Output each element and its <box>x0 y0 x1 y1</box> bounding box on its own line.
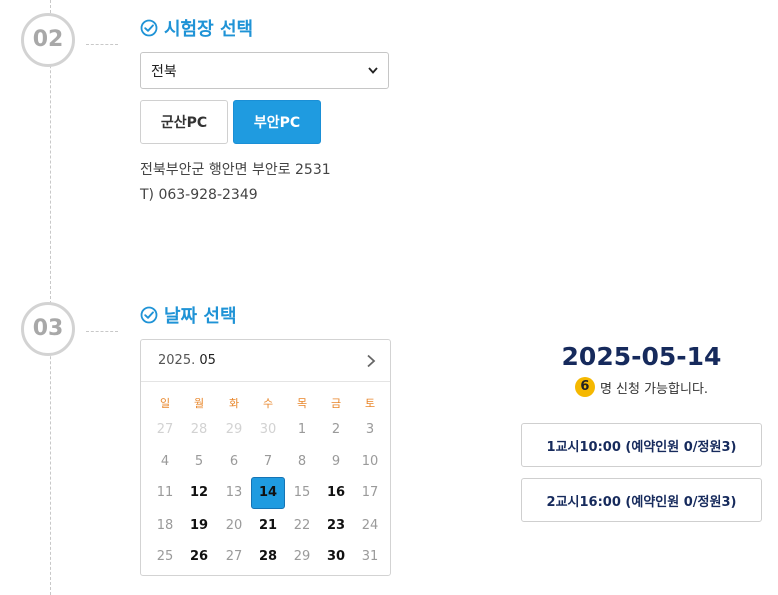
calendar-day[interactable]: 16 <box>319 477 353 509</box>
calendar-day: 4 <box>160 454 170 469</box>
center-address: 전북부안군 행안면 부안로 2531 <box>140 162 331 178</box>
calendar-day: 30 <box>259 422 277 437</box>
available-count-badge: 6 <box>574 377 595 397</box>
step-number-02: 02 <box>21 13 75 67</box>
section-title-label: 날짜 선택 <box>164 306 237 327</box>
availability-text: 6 명 신청 가능합니다. <box>521 377 762 397</box>
calendar-day: 6 <box>229 454 239 469</box>
check-circle-icon <box>140 19 158 37</box>
calendar-day: 3 <box>365 422 375 437</box>
calendar-day: 18 <box>156 518 174 533</box>
center-button-label: 군산PC <box>160 115 208 131</box>
calendar-day: 20 <box>225 518 243 533</box>
time-slot-button[interactable]: 1교시10:00 (예약인원 0/정원3) <box>521 423 762 467</box>
calendar-day: 2 <box>331 422 341 437</box>
section-title-label: 시험장 선택 <box>164 19 254 40</box>
center-button-gunsan[interactable]: 군산PC <box>140 100 228 144</box>
calendar-year: 2025. <box>158 353 196 368</box>
weekday-label: 일 <box>159 397 171 410</box>
calendar-day[interactable]: 23 <box>319 510 353 542</box>
weekday-label: 금 <box>330 397 342 410</box>
calendar-header: 2025. 05 <box>141 340 390 382</box>
calendar-month-label: 2025. 05 <box>158 353 216 368</box>
calendar-day: 28 <box>190 422 208 437</box>
calendar-day: 29 <box>225 422 243 437</box>
weekday-label: 월 <box>193 397 205 410</box>
calendar-day[interactable]: 21 <box>251 510 285 542</box>
calendar: 2025. 05 일 월 화 수 목 금 토 27 28 29 30 1 2 3 4 5 6 7 8 9 10 11 12 1… <box>140 339 391 576</box>
section-title-date: 날짜 선택 <box>140 302 237 328</box>
calendar-day: 24 <box>361 518 379 533</box>
calendar-day[interactable]: 14 <box>251 477 285 509</box>
calendar-day[interactable]: 26 <box>182 541 216 573</box>
calendar-day: 11 <box>156 485 174 500</box>
calendar-day: 25 <box>156 549 174 564</box>
calendar-day: 17 <box>361 485 379 500</box>
calendar-day: 10 <box>361 454 379 469</box>
center-button-buan[interactable]: 부안PC <box>233 100 321 144</box>
calendar-day[interactable]: 28 <box>251 541 285 573</box>
calendar-day: 1 <box>297 422 307 437</box>
calendar-day: 15 <box>293 485 311 500</box>
calendar-month: 05 <box>199 353 216 368</box>
calendar-day[interactable]: 19 <box>182 510 216 542</box>
timeline-line <box>50 0 51 595</box>
weekday-label: 토 <box>364 397 376 410</box>
calendar-day: 9 <box>331 454 341 469</box>
calendar-day: 8 <box>297 454 307 469</box>
weekday-label: 수 <box>262 397 274 410</box>
center-phone: T) 063-928-2349 <box>140 187 258 203</box>
check-circle-icon <box>140 306 158 324</box>
region-select-value: 전북 <box>151 63 177 80</box>
calendar-day: 13 <box>225 485 243 500</box>
step-connector <box>86 44 118 45</box>
time-slot-button[interactable]: 2교시16:00 (예약인원 0/정원3) <box>521 478 762 522</box>
weekday-label: 목 <box>296 397 308 410</box>
calendar-day: 27 <box>225 549 243 564</box>
calendar-day: 7 <box>263 454 273 469</box>
step-number-03: 03 <box>21 302 75 356</box>
calendar-day[interactable]: 30 <box>319 541 353 573</box>
calendar-day: 31 <box>361 549 379 564</box>
weekday-label: 화 <box>228 397 240 410</box>
chevron-down-icon <box>368 67 378 74</box>
calendar-day: 5 <box>194 454 204 469</box>
availability-suffix: 명 신청 가능합니다. <box>599 381 709 397</box>
step-connector <box>86 331 118 332</box>
center-button-label: 부안PC <box>253 115 301 131</box>
region-select[interactable]: 전북 <box>140 52 389 89</box>
calendar-day: 27 <box>156 422 174 437</box>
section-title-exam-center: 시험장 선택 <box>140 15 253 41</box>
chevron-right-icon[interactable] <box>366 354 376 368</box>
calendar-day[interactable]: 12 <box>182 477 216 509</box>
selected-date: 2025-05-14 <box>561 342 722 371</box>
calendar-day: 22 <box>293 518 311 533</box>
calendar-day: 29 <box>293 549 311 564</box>
